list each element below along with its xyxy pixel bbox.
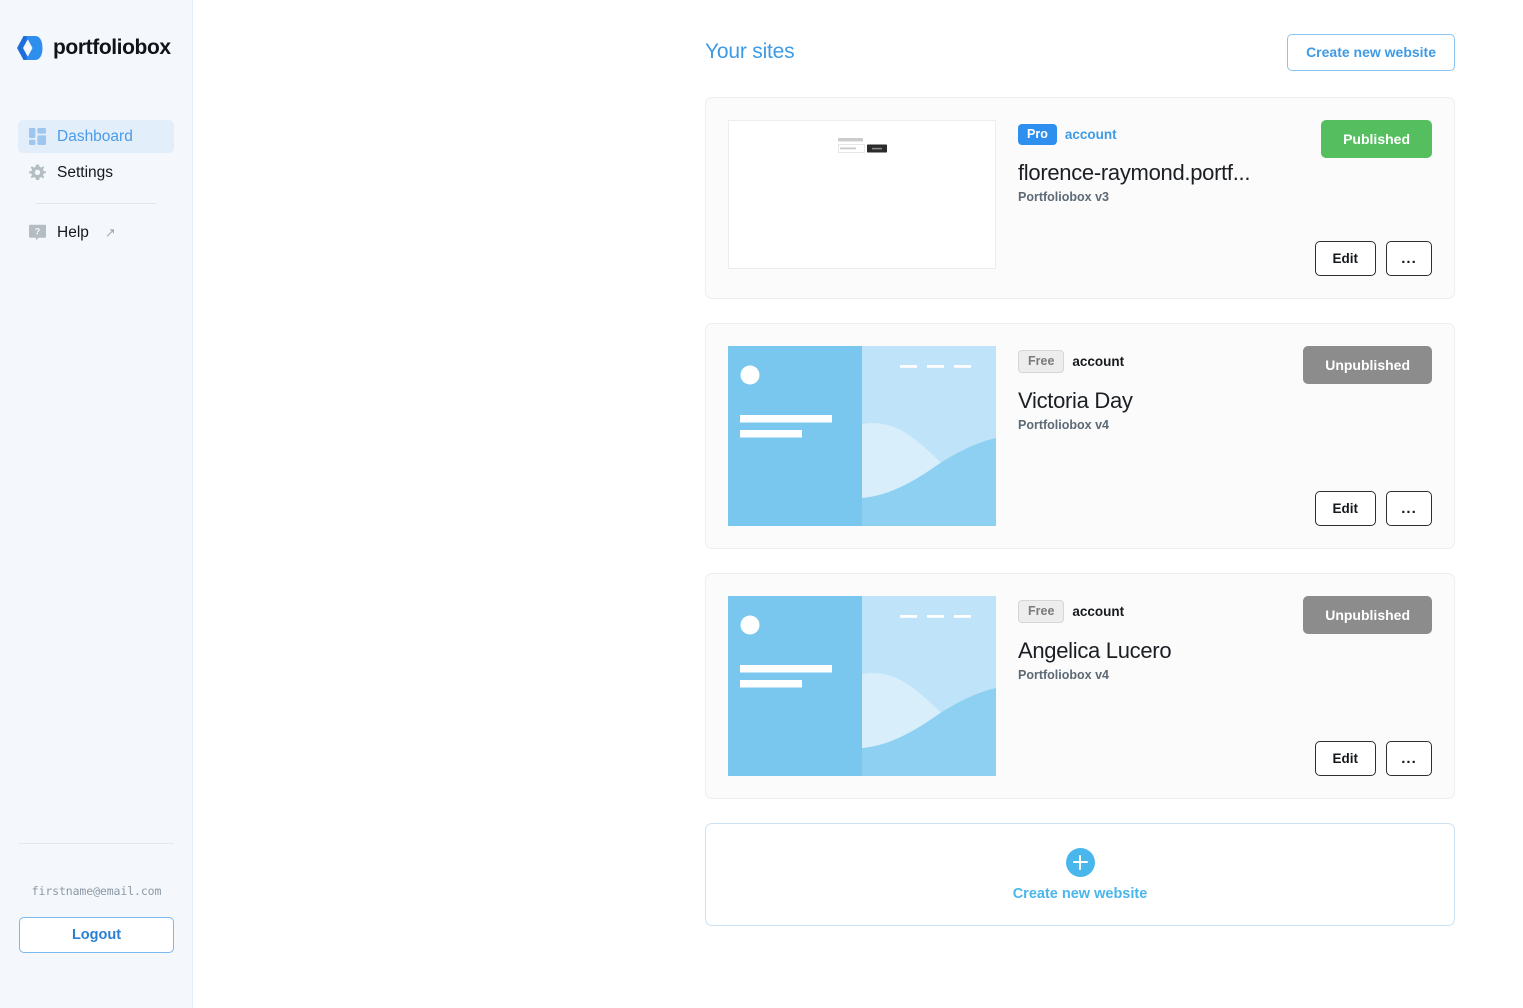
create-new-website-card-label: Create new website [1012,885,1148,902]
account-label: account [1072,604,1125,619]
footer-divider [19,843,174,844]
account-tier-badge: Free [1018,600,1065,623]
logout-button[interactable]: Logout [19,917,174,953]
account-label: account [1072,354,1125,369]
more-options-button[interactable]: ... [1386,491,1432,526]
site-version: Portfoliobox v4 [1018,418,1109,432]
edit-button[interactable]: Edit [1314,741,1376,776]
main-content: Your sites Create new website Pro accoun… [193,0,1523,1008]
page-header: Your sites Create new website [705,30,1455,74]
site-name: Angelica Lucero [1018,638,1172,663]
account-tier-badge: Pro [1018,124,1057,145]
edit-button[interactable]: Edit [1314,491,1376,526]
site-version: Portfoliobox v4 [1018,668,1109,682]
brand-logo[interactable]: portfoliobox [0,0,192,63]
account-tier-badge: Free [1018,350,1065,373]
gear-icon [29,164,46,181]
portfoliobox-logo-icon [14,33,44,63]
page-title: Your sites [705,40,795,63]
status-badge-unpublished[interactable]: Unpublished [1303,596,1432,634]
site-name: florence-raymond.portf... [1018,160,1251,185]
sidebar-item-help-label: Help [57,223,89,241]
app-root: portfoliobox Dashboard Settings ? Help ↗… [0,0,1523,1008]
site-card-actions: Edit ... [1314,491,1432,526]
sidebar-item-settings-label: Settings [57,163,114,181]
site-card-info: Free account Victoria Day Portfoliobox v… [996,346,1432,526]
external-link-arrow-icon: ↗ [104,224,116,240]
site-version: Portfoliobox v3 [1018,190,1109,204]
account-email: firstname@email.com [31,884,162,898]
site-card[interactable]: Free account Victoria Day Portfoliobox v… [705,323,1455,549]
edit-button[interactable]: Edit [1314,241,1376,276]
sidebar-item-help[interactable]: ? Help ↗ [18,216,174,249]
site-card-info: Free account Angelica Lucero Portfoliobo… [996,596,1432,776]
sidebar-item-dashboard[interactable]: Dashboard [18,120,174,153]
brand-name: portfoliobox [53,36,171,59]
sites-panel: Your sites Create new website Pro accoun… [705,0,1455,926]
nav-divider [36,203,156,204]
site-name: Victoria Day [1018,388,1133,413]
site-card[interactable]: Pro account florence-raymond.portf... Po… [705,97,1455,299]
site-thumbnail-preview[interactable] [728,596,996,776]
site-card-info: Pro account florence-raymond.portf... Po… [996,120,1432,276]
more-options-button[interactable]: ... [1386,241,1432,276]
sidebar: portfoliobox Dashboard Settings ? Help ↗… [0,0,193,1008]
sidebar-item-dashboard-label: Dashboard [57,127,133,145]
more-options-button[interactable]: ... [1386,741,1432,776]
dashboard-grid-icon [29,128,46,145]
primary-nav: Dashboard Settings ? Help ↗ [0,120,192,249]
create-new-website-button-top[interactable]: Create new website [1287,33,1455,71]
sidebar-footer: firstname@email.com Logout [0,843,193,1008]
question-bubble-icon: ? [29,224,46,241]
sidebar-item-settings[interactable]: Settings [18,156,174,189]
create-new-website-card[interactable]: Create new website [705,823,1455,926]
status-badge-published[interactable]: Published [1321,120,1432,158]
site-thumbnail-preview[interactable] [728,120,996,276]
svg-text:?: ? [35,226,41,236]
plus-circle-icon [1065,847,1095,877]
status-badge-unpublished[interactable]: Unpublished [1303,346,1432,384]
site-card-actions: Edit ... [1314,741,1432,776]
account-label: account [1064,127,1117,142]
site-card[interactable]: Free account Angelica Lucero Portfoliobo… [705,573,1455,799]
site-card-actions: Edit ... [1314,241,1432,276]
site-thumbnail-preview[interactable] [728,346,996,526]
